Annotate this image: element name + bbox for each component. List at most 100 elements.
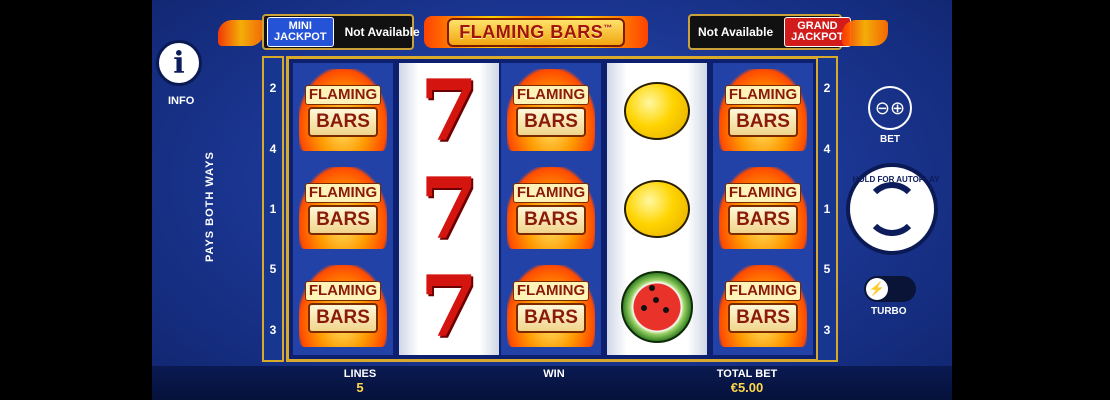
- reel-area: FLAMING BARS FLAMING BARS FLAMING BARS 7…: [286, 56, 820, 362]
- lemon-icon: [624, 180, 690, 238]
- grand-jackpot-value: Not Available: [698, 25, 774, 39]
- header-flame-right: [842, 20, 888, 46]
- flaming-bars-plate: FLAMING BARS: [512, 183, 590, 235]
- symbol-flaming-bars: FLAMING BARS: [713, 261, 813, 353]
- seven-glyph: 7: [419, 159, 479, 258]
- symbol-text-flaming: FLAMING: [512, 183, 590, 203]
- symbol-seven: 7: [399, 65, 499, 157]
- symbol-text-bars: BARS: [728, 107, 798, 137]
- line-number: 3: [269, 322, 277, 337]
- bet-button[interactable]: ⊖⊕: [868, 86, 912, 130]
- win-stat: WIN: [526, 368, 582, 380]
- symbol-flaming-bars: FLAMING BARS: [501, 261, 601, 353]
- symbol-flaming-bars: FLAMING BARS: [501, 163, 601, 255]
- seven-glyph: 7: [419, 257, 479, 356]
- win-label: WIN: [543, 368, 565, 380]
- flaming-bars-plate: FLAMING BARS: [724, 281, 802, 333]
- slot-game-stage: MINI JACKPOT Not Available FLAMING BARS™…: [152, 0, 952, 400]
- title-word-bars: BARS: [550, 21, 604, 42]
- info-label: INFO: [168, 95, 195, 107]
- symbol-text-flaming: FLAMING: [512, 281, 590, 301]
- symbol-text-bars: BARS: [308, 303, 378, 333]
- reel-3: FLAMING BARS FLAMING BARS FLAMING BARS: [501, 63, 601, 355]
- symbol-seven: 7: [399, 163, 499, 255]
- symbol-text-bars: BARS: [516, 303, 586, 333]
- symbol-text-flaming: FLAMING: [512, 85, 590, 105]
- flaming-bars-plate: FLAMING BARS: [304, 183, 382, 235]
- symbol-text-flaming: FLAMING: [724, 85, 802, 105]
- lines-stat: LINES 5: [332, 368, 388, 395]
- info-button[interactable]: i: [156, 40, 202, 86]
- lines-label: LINES: [343, 368, 377, 380]
- symbol-text-bars: BARS: [516, 107, 586, 137]
- reel-5: FLAMING BARS FLAMING BARS FLAMING BARS: [713, 63, 813, 355]
- grand-jackpot-badge: GRAND JACKPOT: [784, 17, 851, 47]
- line-number: 2: [269, 81, 277, 96]
- symbol-text-bars: BARS: [308, 107, 378, 137]
- mini-jackpot-value: Not Available: [344, 25, 420, 39]
- symbol-text-bars: BARS: [308, 205, 378, 235]
- total-bet-value: €5.00: [730, 380, 764, 395]
- header-flame-left: [218, 20, 264, 46]
- spin-arrows-icon: [865, 182, 919, 236]
- symbol-flaming-bars: FLAMING BARS: [293, 261, 393, 353]
- flaming-bars-plate: FLAMING BARS: [724, 85, 802, 137]
- symbol-flaming-bars: FLAMING BARS: [713, 163, 813, 255]
- mini-jackpot-line2: JACKPOT: [274, 31, 327, 43]
- flaming-bars-plate: FLAMING BARS: [724, 183, 802, 235]
- title-word-flaming: FLAMING: [459, 21, 545, 42]
- watermelon-icon: [621, 271, 693, 343]
- symbol-flaming-bars: FLAMING BARS: [501, 65, 601, 157]
- symbol-watermelon: [607, 261, 707, 353]
- seven-glyph: 7: [419, 61, 479, 160]
- mini-jackpot-badge: MINI JACKPOT: [267, 17, 334, 47]
- line-numbers-left: 2 4 1 5 3: [262, 56, 284, 362]
- game-title: FLAMING BARS™: [447, 17, 625, 47]
- reel-4: [607, 63, 707, 355]
- symbol-text-flaming: FLAMING: [304, 281, 382, 301]
- lightning-icon: ⚡: [866, 278, 888, 300]
- flaming-bars-plate: FLAMING BARS: [304, 85, 382, 137]
- line-number: 5: [823, 262, 831, 277]
- symbol-seven: 7: [399, 261, 499, 353]
- flaming-bars-plate: FLAMING BARS: [512, 85, 590, 137]
- mini-jackpot-panel: MINI JACKPOT Not Available: [262, 14, 420, 50]
- autoplay-spin-button[interactable]: HOLD FOR AUTOPLAY: [846, 163, 939, 255]
- symbol-text-bars: BARS: [728, 205, 798, 235]
- symbol-flaming-bars: FLAMING BARS: [293, 65, 393, 157]
- reel-2: 7 7 7: [399, 63, 499, 355]
- turbo-toggle[interactable]: ⚡: [864, 276, 916, 302]
- line-numbers-right: 2 4 1 5 3: [816, 56, 838, 362]
- symbol-text-bars: BARS: [516, 205, 586, 235]
- line-number: 2: [823, 81, 831, 96]
- line-number: 4: [823, 141, 831, 156]
- reel-1: FLAMING BARS FLAMING BARS FLAMING BARS: [293, 63, 393, 355]
- flaming-bars-plate: FLAMING BARS: [304, 281, 382, 333]
- turbo-label: TURBO: [871, 306, 907, 317]
- grand-jackpot-line2: JACKPOT: [791, 31, 844, 43]
- symbol-text-flaming: FLAMING: [304, 183, 382, 203]
- lemon-icon: [624, 82, 690, 140]
- symbol-lemon: [607, 163, 707, 255]
- line-number: 1: [269, 201, 277, 216]
- symbol-lemon: [607, 65, 707, 157]
- game-logo: FLAMING BARS™: [424, 14, 648, 50]
- bet-label: BET: [880, 134, 900, 145]
- trademark-symbol: ™: [603, 22, 613, 33]
- flaming-bars-plate: FLAMING BARS: [512, 281, 590, 333]
- symbol-text-bars: BARS: [728, 303, 798, 333]
- coin-stack-plus-minus-icon: ⊖⊕: [874, 97, 906, 118]
- line-number: 4: [269, 141, 277, 156]
- lines-value: 5: [356, 380, 364, 395]
- total-bet-stat: TOTAL BET €5.00: [706, 368, 788, 395]
- bottom-status-bar: LINES 5 WIN TOTAL BET €5.00: [152, 366, 952, 400]
- symbol-text-flaming: FLAMING: [724, 183, 802, 203]
- info-icon: i: [173, 45, 185, 81]
- total-bet-label: TOTAL BET: [716, 368, 778, 380]
- grand-jackpot-panel: Not Available GRAND JACKPOT: [688, 14, 851, 50]
- symbol-flaming-bars: FLAMING BARS: [713, 65, 813, 157]
- line-number: 3: [823, 322, 831, 337]
- symbol-text-flaming: FLAMING: [304, 85, 382, 105]
- pays-both-ways-label: PAYS BOTH WAYS: [204, 151, 216, 262]
- line-number: 1: [823, 201, 831, 216]
